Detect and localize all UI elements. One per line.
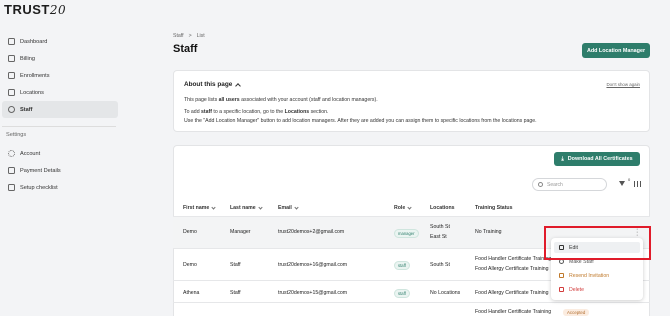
- cell-location: South St: [430, 224, 450, 230]
- about-line-3: Use the "Add Location Manager" button to…: [184, 118, 537, 124]
- user-icon: [8, 150, 15, 157]
- sidebar: TRUST20 Dashboard Billing Enrollments Lo…: [0, 0, 120, 316]
- cell-training-status: Food Allergy Certificate Training: [475, 290, 549, 296]
- menu-item-resend-invitation[interactable]: Resend Invitation: [554, 270, 640, 281]
- add-location-manager-button[interactable]: Add Location Manager: [582, 43, 650, 58]
- column-header-last-name[interactable]: Last name: [230, 205, 263, 211]
- sidebar-item-billing[interactable]: Billing: [2, 50, 118, 67]
- cell-training-status: No Training: [475, 229, 502, 235]
- chevron-down-icon: [294, 205, 299, 210]
- role-badge: staff: [394, 289, 410, 298]
- sidebar-item-dashboard[interactable]: Dashboard: [2, 33, 118, 50]
- role-badge: manager: [394, 229, 419, 238]
- cell-first-name: Demo: [183, 262, 197, 268]
- sidebar-divider: [2, 126, 116, 127]
- cell-email: trust20demos+2@gmail.com: [278, 229, 345, 235]
- search-input[interactable]: Search: [532, 178, 607, 191]
- menu-item-delete[interactable]: Delete: [554, 284, 640, 295]
- sidebar-item-enrollments[interactable]: Enrollments: [2, 67, 118, 84]
- cell-email: trust20demos+15@gmail.com: [278, 290, 348, 296]
- filter-count-badge: 0: [628, 177, 631, 182]
- filter-icon[interactable]: [619, 181, 625, 186]
- cell-location: South St: [430, 262, 450, 268]
- column-header-first-name[interactable]: First name: [183, 205, 216, 211]
- brand-logo[interactable]: TRUST20: [4, 2, 66, 17]
- cell-email: trust20demos+16@gmail.com: [278, 262, 348, 268]
- cell-first-name: Athena: [183, 290, 200, 296]
- dont-show-again-link[interactable]: Don't show again: [606, 82, 640, 87]
- chevron-up-icon: [235, 82, 242, 89]
- breadcrumb-staff[interactable]: Staff: [173, 33, 184, 39]
- search-icon: [538, 182, 543, 187]
- about-card: About this page Don't show again This pa…: [173, 70, 650, 132]
- chevron-down-icon: [211, 205, 216, 210]
- cell-last-name: Manager: [230, 229, 251, 235]
- about-line-1: This page lists all users associated wit…: [184, 97, 378, 103]
- column-header-email[interactable]: Email: [278, 205, 299, 211]
- home-icon: [8, 38, 15, 45]
- layers-icon: [8, 72, 15, 79]
- sidebar-item-account[interactable]: Account: [2, 145, 118, 162]
- about-title: About this page: [184, 81, 233, 88]
- chevron-down-icon: [407, 205, 412, 210]
- cell-training-status: Food Handler Certificate Training: [475, 309, 552, 315]
- breadcrumb-separator: >: [188, 33, 192, 39]
- download-icon: ⤓: [561, 155, 564, 162]
- users-icon: [8, 106, 15, 113]
- settings-section-label: Settings: [6, 132, 27, 138]
- sidebar-item-payment-details[interactable]: Payment Details: [2, 162, 118, 179]
- download-all-certificates-button[interactable]: ⤓ Download All Certificates: [554, 152, 640, 166]
- cell-training-status: Food Allergy Certificate Training: [475, 266, 549, 272]
- breadcrumb-list: List: [196, 33, 205, 39]
- highlight-box: [544, 226, 651, 260]
- role-badge: staff: [394, 261, 410, 270]
- map-icon: [8, 89, 15, 96]
- cell-location: East St: [430, 234, 447, 240]
- sidebar-item-staff[interactable]: Staff: [2, 101, 118, 118]
- card-icon: [8, 55, 15, 62]
- breadcrumb: Staff > List: [173, 33, 205, 39]
- table-divider: [173, 302, 650, 303]
- page-title: Staff: [173, 43, 198, 55]
- chevron-down-icon: [258, 205, 263, 210]
- status-badge: Accepted: [563, 309, 590, 316]
- cell-last-name: Staff: [230, 262, 241, 268]
- about-toggle[interactable]: About this page: [184, 81, 242, 89]
- column-header-locations: Locations: [430, 205, 455, 211]
- columns-icon[interactable]: [634, 181, 641, 187]
- sidebar-item-locations[interactable]: Locations: [2, 84, 118, 101]
- cell-last-name: Staff: [230, 290, 241, 296]
- trash-icon: [559, 287, 564, 292]
- cell-location: No Locations: [430, 290, 461, 296]
- about-line-2: To add staff to a specific location, go …: [184, 109, 329, 115]
- column-header-role[interactable]: Role: [394, 205, 412, 211]
- column-header-training-status: Training Status: [475, 205, 513, 211]
- sidebar-item-setup-checklist[interactable]: Setup checklist: [2, 179, 118, 196]
- checklist-icon: [8, 184, 15, 191]
- main-nav: Dashboard Billing Enrollments Locations …: [0, 33, 118, 118]
- wallet-icon: [8, 167, 15, 174]
- settings-nav: Account Payment Details Setup checklist: [0, 145, 118, 196]
- mail-icon: [559, 273, 564, 278]
- cell-training-status: Food Handler Certificate Training: [475, 256, 552, 262]
- cell-first-name: Demo: [183, 229, 197, 235]
